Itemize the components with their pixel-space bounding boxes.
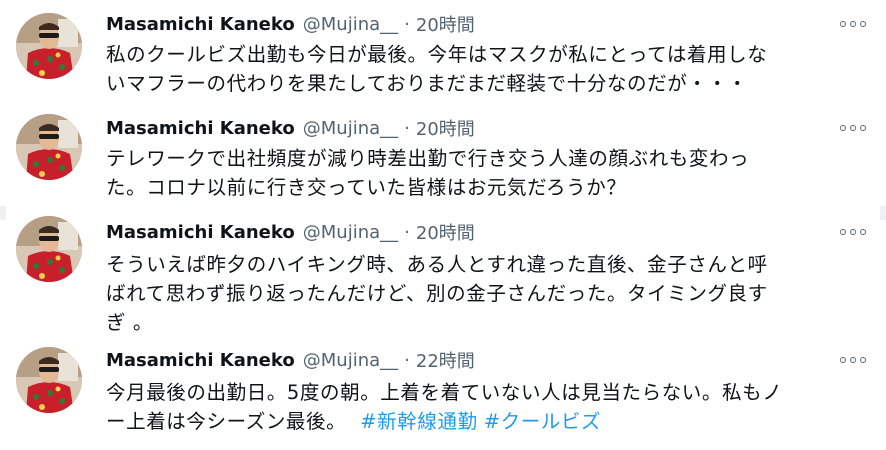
more-horizontal-icon[interactable]: [840, 350, 866, 370]
avatar-image: [16, 114, 82, 180]
tweet-text-line: テレワークで出社頻度が減り時差出勤で行き交う人達の顔ぶれも変わっ: [106, 147, 750, 170]
avatar-image: [16, 216, 82, 282]
avatar[interactable]: [16, 347, 82, 413]
separator: ·: [404, 13, 410, 35]
avatar[interactable]: [16, 13, 82, 79]
tweet-text: そういえば昨夕のハイキング時、ある人とすれ違った直後、金子さんと呼 ばれて思わず…: [106, 250, 846, 337]
avatar[interactable]: [16, 216, 82, 282]
tweet-text-line: 私のクールビズ出勤も今日が最後。今年はマスクが私にとっては着用しな: [106, 43, 768, 66]
tweet-text-line: ばれて思わず振り返ったんだけど、別の金子さんだった。タイミング良す: [106, 282, 768, 305]
hashtag-link[interactable]: #新幹線通勤: [360, 410, 477, 433]
tweet-header: Masamichi Kaneko @Mujina__ · 20時間: [106, 10, 475, 38]
display-name[interactable]: Masamichi Kaneko: [106, 14, 295, 35]
tweet-text-line: そういえば昨夕のハイキング時、ある人とすれ違った直後、金子さんと呼: [106, 253, 768, 276]
user-handle[interactable]: @Mujina__: [303, 350, 398, 371]
separator: ·: [404, 221, 410, 243]
tweet[interactable]: Masamichi Kaneko @Mujina__ · 22時間 今月最後の出…: [0, 340, 886, 450]
tweet-header: Masamichi Kaneko @Mujina__ · 20時間: [106, 114, 475, 142]
tweet-text: 私のクールビズ出勤も今日が最後。今年はマスクが私にとっては着用しな いマフラーの…: [106, 40, 846, 98]
user-handle[interactable]: @Mujina__: [303, 14, 398, 35]
separator: ·: [404, 117, 410, 139]
user-handle[interactable]: @Mujina__: [303, 118, 398, 139]
separator: ·: [404, 349, 410, 371]
tweet-text: テレワークで出社頻度が減り時差出勤で行き交う人達の顔ぶれも変わっ た。コロナ以前…: [106, 144, 846, 202]
tweet-header: Masamichi Kaneko @Mujina__ · 22時間: [106, 346, 475, 374]
display-name[interactable]: Masamichi Kaneko: [106, 222, 295, 243]
display-name[interactable]: Masamichi Kaneko: [106, 118, 295, 139]
user-handle[interactable]: @Mujina__: [303, 222, 398, 243]
tweet-header: Masamichi Kaneko @Mujina__ · 20時間: [106, 218, 475, 246]
timestamp[interactable]: 22時間: [416, 347, 475, 373]
more-horizontal-icon[interactable]: [840, 118, 866, 138]
tweet-text: 今月最後の出勤日。5度の朝。上着を着ていない人は見当たらない。私もノ ー上着は今…: [106, 378, 846, 436]
display-name[interactable]: Masamichi Kaneko: [106, 350, 295, 371]
avatar-image: [16, 13, 82, 79]
tweet-text-line: ぎ 。: [106, 311, 153, 334]
timestamp[interactable]: 20時間: [416, 11, 475, 37]
tweet-text-fragment: ー上着は今シーズン最後。: [106, 410, 347, 433]
avatar-image: [16, 347, 82, 413]
tweet-text-line: いマフラーの代わりを果たしておりまだまだ軽装で十分なのだが・・・: [106, 72, 748, 95]
timestamp[interactable]: 20時間: [416, 219, 475, 245]
hashtag-link[interactable]: #クールビズ: [484, 410, 601, 433]
tweet[interactable]: Masamichi Kaneko @Mujina__ · 20時間 テレワークで…: [0, 104, 886, 204]
tweet[interactable]: Masamichi Kaneko @Mujina__ · 20時間 そういえば昨…: [0, 204, 886, 340]
tweet-text-line: 今月最後の出勤日。5度の朝。上着を着ていない人は見当たらない。私もノ: [106, 381, 783, 404]
tweet[interactable]: Masamichi Kaneko @Mujina__ · 20時間 私のクールビ…: [0, 0, 886, 104]
tweet-text-line: ー上着は今シーズン最後。 #新幹線通勤 #クールビズ: [106, 407, 846, 436]
avatar[interactable]: [16, 114, 82, 180]
more-horizontal-icon[interactable]: [840, 222, 866, 242]
more-horizontal-icon[interactable]: [840, 14, 866, 34]
timestamp[interactable]: 20時間: [416, 115, 475, 141]
tweet-text-line: た。コロナ以前に行き交っていた皆様はお元気だろうか？: [106, 176, 627, 199]
